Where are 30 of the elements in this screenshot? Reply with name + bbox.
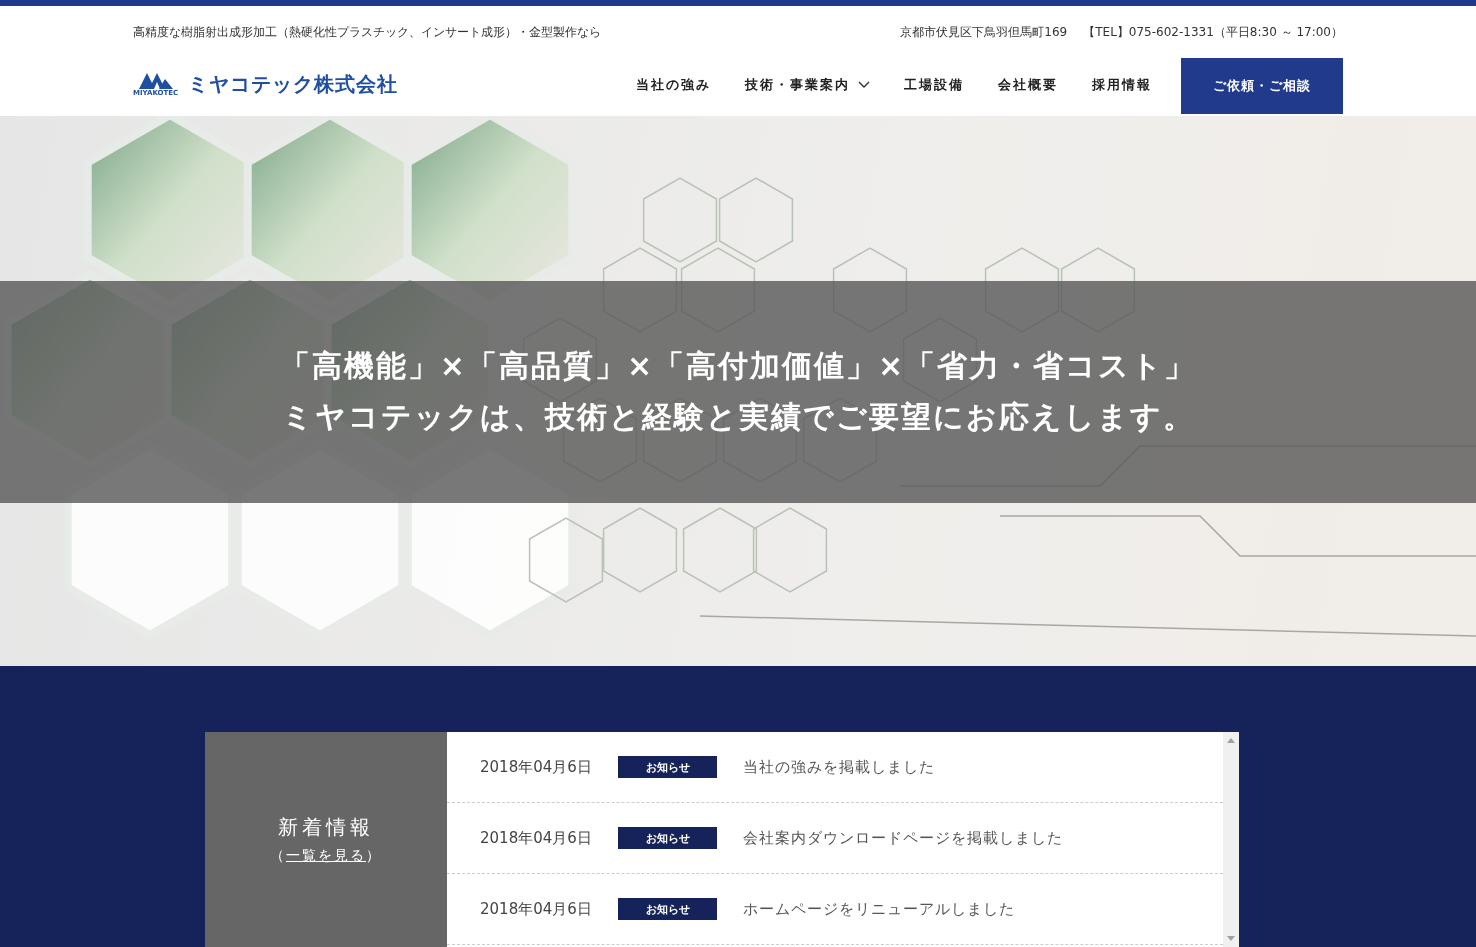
parenthesis: ） (366, 847, 382, 865)
phone-text: 【TEL】075-602-1331（平日8:30 ～ 17:00） (1083, 23, 1343, 41)
nav-link[interactable]: 当社の強み (619, 56, 728, 114)
nav-link[interactable]: 会社概要 (981, 56, 1075, 114)
news-tag: お知らせ (618, 898, 717, 920)
hero-slogan: ミヤコテックは、技術と経験と実績でご要望にお応えします。 (281, 398, 1195, 436)
news-title-link[interactable]: ホームページをリニューアルしました (743, 899, 1015, 919)
parenthesis: （ (270, 847, 286, 865)
tagline: 高精度な樹脂射出成形加工（熱硬化性プラスチック、インサート成形）・金型製作なら (133, 23, 601, 41)
news-title-link[interactable]: 会社案内ダウンロードページを掲載しました (743, 828, 1063, 848)
news-date: 2018年04月6日 (480, 757, 593, 777)
news-date: 2018年04月6日 (480, 899, 593, 919)
news-heading: 新着情報 (278, 814, 374, 841)
nav-link[interactable]: 技術・事業案内 (728, 56, 887, 114)
contact-button[interactable]: ご依頼・ご相談 (1181, 58, 1343, 114)
scroll-down-icon[interactable] (1227, 936, 1235, 941)
news-title-link[interactable]: 当社の強みを掲載しました (743, 757, 935, 777)
chevron-down-icon (858, 81, 870, 89)
scrollbar[interactable] (1223, 732, 1239, 947)
news-tag: お知らせ (618, 756, 717, 778)
nav-link[interactable]: 採用情報 (1075, 56, 1169, 114)
scroll-up-icon[interactable] (1227, 738, 1235, 743)
mountain-logo-icon (138, 71, 173, 89)
company-name: ミヤコテック株式会社 (188, 70, 399, 98)
news-tag: お知らせ (618, 827, 717, 849)
news-date: 2018年04月6日 (480, 828, 593, 848)
view-all-link[interactable]: 一覧を見る (286, 847, 366, 865)
nav-link[interactable]: 工場設備 (887, 56, 981, 114)
hero-slogan: 「高機能」×「高品質」×「高付加価値」×「省力・省コスト」 (279, 347, 1197, 385)
address-text: 京都市伏見区下鳥羽但馬町169 (900, 23, 1068, 41)
